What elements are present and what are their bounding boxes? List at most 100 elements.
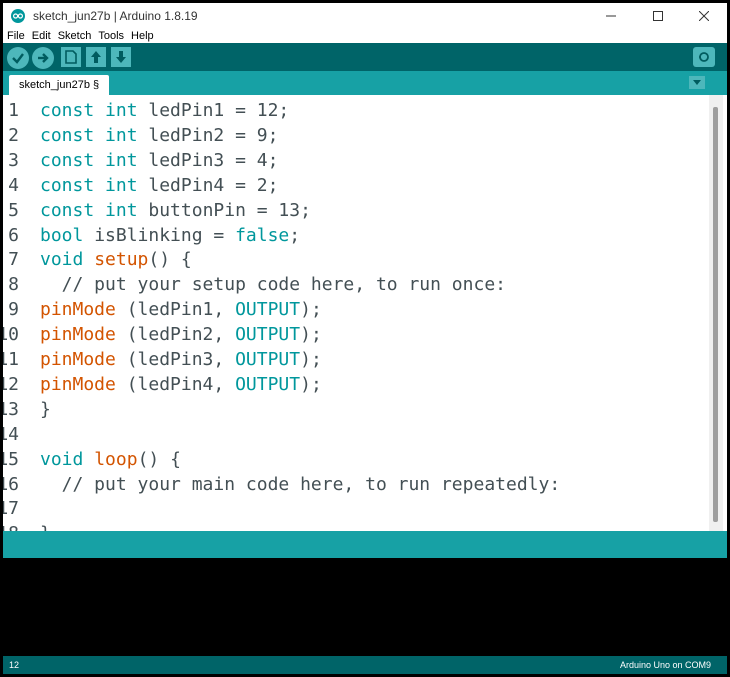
code-token: loop bbox=[94, 448, 138, 470]
code-editor[interactable]: 1 const int ledPin1 = 12; 2 const int ledPi… bbox=[3, 95, 727, 531]
code-line[interactable]: 11 pinMode (ledPin3, OUTPUT); bbox=[3, 347, 707, 372]
new-file-icon bbox=[65, 50, 77, 64]
code-line[interactable]: 18} bbox=[3, 521, 707, 531]
code-token: const bbox=[40, 199, 95, 221]
code-token: OUTPUT bbox=[235, 324, 301, 346]
code-line[interactable]: 15 void loop() { bbox=[3, 447, 707, 472]
verify-button[interactable] bbox=[7, 47, 29, 69]
code-line[interactable]: 6 bool isBlinking = false; bbox=[3, 223, 707, 248]
code-token: OUTPUT bbox=[235, 349, 301, 370]
code-token: ); bbox=[300, 349, 322, 370]
toolbar bbox=[3, 43, 727, 71]
board-port-label: Arduino Uno on COM9 bbox=[619, 660, 711, 670]
code-line[interactable]: 3 const int ledPin3 = 4; bbox=[3, 148, 707, 173]
code-line[interactable]: 14 bbox=[3, 422, 707, 447]
code-token: // put your setup code here, to run once… bbox=[40, 274, 506, 296]
serial-monitor-button[interactable] bbox=[693, 47, 715, 67]
code-line[interactable]: 17 bbox=[3, 496, 707, 521]
new-sketch-button[interactable] bbox=[61, 47, 81, 67]
code-token: pinMode bbox=[40, 324, 116, 346]
code-token: ledPin2 = 9; bbox=[137, 124, 279, 146]
tab-sketch[interactable]: sketch_jun27b § bbox=[9, 75, 110, 95]
menu-file[interactable]: File bbox=[3, 30, 28, 42]
open-button[interactable] bbox=[86, 47, 106, 67]
code-token: int bbox=[105, 149, 138, 171]
code-token: const bbox=[40, 100, 95, 121]
code-line[interactable]: 5 const int buttonPin = 13; bbox=[3, 198, 707, 223]
code-token: pinMode bbox=[40, 373, 116, 395]
code-token: const bbox=[40, 174, 95, 196]
code-token: bool bbox=[40, 224, 84, 246]
minimize-icon bbox=[606, 15, 616, 17]
line-code: const int ledPin3 = 4; bbox=[40, 148, 278, 173]
line-number: 9 bbox=[8, 299, 19, 321]
line-number: 16 bbox=[3, 473, 19, 495]
save-button[interactable] bbox=[111, 47, 131, 67]
arrow-up-icon bbox=[91, 51, 101, 63]
tab-menu-button[interactable] bbox=[689, 76, 705, 89]
code-line[interactable]: 9 pinMode (ledPin1, OUTPUT); bbox=[3, 297, 707, 322]
line-number: 18 bbox=[3, 521, 19, 531]
line-code: const int ledPin1 = 12; bbox=[40, 98, 289, 123]
line-code: const int ledPin2 = 9; bbox=[40, 123, 278, 148]
line-number: 12 bbox=[3, 373, 19, 395]
maximize-button[interactable] bbox=[635, 3, 681, 29]
code-token: ledPin1 = 12; bbox=[137, 100, 290, 121]
arrow-right-icon bbox=[38, 53, 49, 63]
code-line[interactable]: 10 pinMode (ledPin2, OUTPUT); bbox=[3, 322, 707, 347]
magnifier-icon bbox=[699, 52, 709, 62]
code-token: OUTPUT bbox=[235, 373, 301, 395]
arduino-logo-icon bbox=[11, 9, 25, 23]
line-code: } bbox=[40, 397, 51, 422]
line-code: void setup() { bbox=[40, 247, 192, 272]
menu-edit[interactable]: Edit bbox=[28, 30, 54, 42]
line-code: const int ledPin4 = 2; bbox=[40, 173, 278, 198]
line-number: 14 bbox=[3, 423, 19, 445]
menu-sketch[interactable]: Sketch bbox=[54, 30, 95, 42]
code-line[interactable]: 8 // put your setup code here, to run on… bbox=[3, 272, 707, 297]
code-token: void bbox=[40, 249, 84, 271]
code-token: ledPin4 = 2; bbox=[137, 174, 279, 196]
editor-console-divider[interactable] bbox=[3, 531, 727, 558]
code-token: isBlinking = bbox=[83, 224, 236, 246]
line-number: 8 bbox=[8, 274, 19, 296]
code-line[interactable]: 12 pinMode (ledPin4, OUTPUT); bbox=[3, 372, 707, 397]
code-line[interactable]: 13} bbox=[3, 397, 707, 422]
line-number: 15 bbox=[3, 448, 19, 470]
tab-bar: sketch_jun27b § bbox=[3, 71, 727, 95]
code-line[interactable]: 1 const int ledPin1 = 12; bbox=[3, 98, 707, 123]
vertical-scrollbar[interactable] bbox=[709, 95, 723, 531]
code-token: ); bbox=[300, 299, 322, 321]
code-line[interactable]: 4 const int ledPin4 = 2; bbox=[3, 173, 707, 198]
arduino-ide-window: sketch_jun27b | Arduino 1.8.19 File Edit… bbox=[3, 3, 727, 674]
code-token: (ledPin1, bbox=[115, 299, 236, 321]
code-token: (ledPin3, bbox=[115, 349, 236, 370]
scrollbar-thumb[interactable] bbox=[713, 107, 718, 522]
code-token: } bbox=[40, 523, 51, 531]
upload-button[interactable] bbox=[32, 47, 54, 69]
line-number: 11 bbox=[3, 349, 19, 370]
close-window-button[interactable] bbox=[681, 3, 727, 29]
code-token: } bbox=[40, 398, 51, 420]
line-code: pinMode (ledPin2, OUTPUT); bbox=[40, 322, 322, 347]
code-token: int bbox=[105, 100, 138, 121]
menu-bar: File Edit Sketch Tools Help bbox=[3, 29, 727, 43]
menu-tools[interactable]: Tools bbox=[94, 30, 127, 42]
code-line[interactable]: 7 void setup() { bbox=[3, 247, 707, 272]
code-line[interactable]: 2 const int ledPin2 = 9; bbox=[3, 123, 707, 148]
line-number: 13 bbox=[3, 398, 19, 420]
code-token: int bbox=[105, 174, 138, 196]
minimize-button[interactable] bbox=[588, 3, 634, 29]
code-line[interactable]: 16 // put your main code here, to run re… bbox=[3, 472, 707, 497]
window-title: sketch_jun27b | Arduino 1.8.19 bbox=[33, 9, 198, 23]
current-line-number: 12 bbox=[9, 660, 20, 670]
code-token: buttonPin = 13; bbox=[137, 199, 311, 221]
menu-help[interactable]: Help bbox=[127, 30, 157, 42]
close-icon bbox=[699, 11, 709, 21]
code-token: ); bbox=[300, 324, 322, 346]
code-token: false bbox=[235, 224, 290, 246]
checkmark-icon bbox=[12, 53, 24, 64]
